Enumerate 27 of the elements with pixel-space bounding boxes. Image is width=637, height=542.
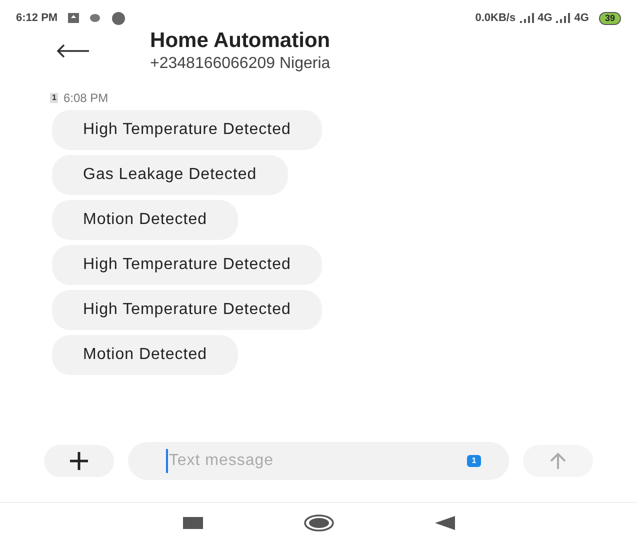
conversation-title: Home Automation (150, 28, 330, 54)
message-input[interactable]: Text message (166, 449, 467, 473)
network-speed: 0.0KB/s (475, 10, 516, 26)
message-bubble: Motion Detected (52, 200, 238, 240)
message-bubble: High Temperature Detected (52, 245, 322, 285)
sim-badge: 1 (50, 93, 58, 103)
up-arrow-icon (549, 452, 568, 470)
message-time: 6:08 PM (63, 90, 108, 107)
recent-apps-icon[interactable] (182, 516, 202, 528)
network-type: 4G (574, 10, 589, 26)
message-bubble: Gas Leakage Detected (52, 155, 288, 195)
back-icon[interactable] (434, 516, 454, 530)
message-bubble: High Temperature Detected (52, 110, 322, 150)
plus-icon (68, 451, 89, 471)
message-bubble: Motion Detected (52, 335, 238, 375)
add-button[interactable] (44, 445, 114, 477)
status-time: 6:12 PM (16, 10, 58, 26)
message-bubble: High Temperature Detected (52, 290, 322, 330)
message-field[interactable]: Text message 1 (128, 442, 510, 480)
phone-number: +2348166066209 Nigeria (150, 54, 330, 74)
battery-indicator: 39 (598, 12, 621, 24)
sim-badge[interactable]: 1 (466, 455, 482, 467)
network-type: 4G (538, 10, 552, 26)
back-arrow-icon[interactable] (56, 44, 90, 58)
home-icon[interactable] (302, 514, 334, 532)
signal-icon (520, 13, 534, 23)
signal-icon (556, 13, 570, 23)
